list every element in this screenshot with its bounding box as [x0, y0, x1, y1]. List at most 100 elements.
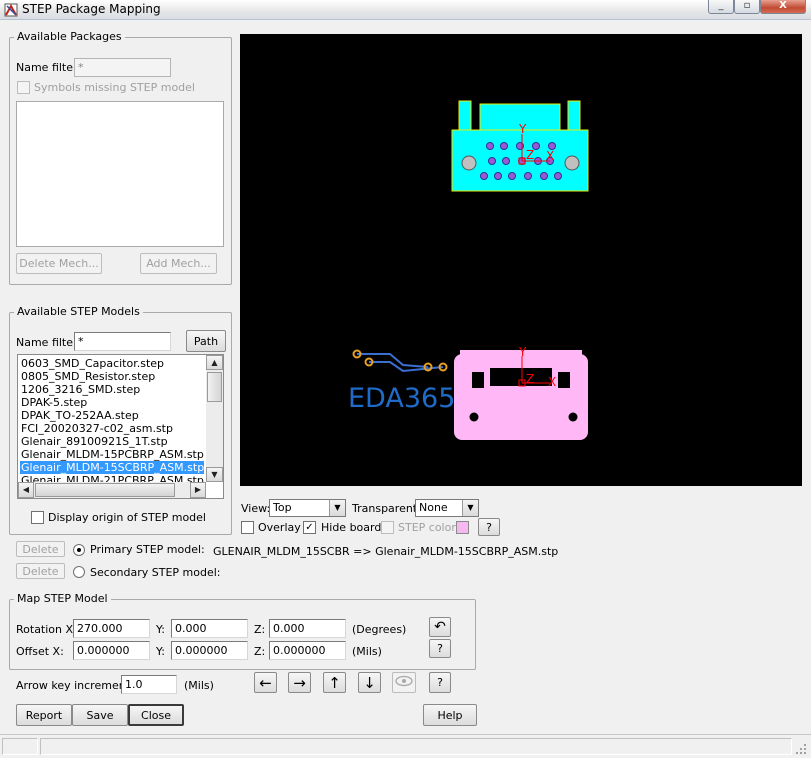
step-model-item[interactable]: 0805_SMD_Resistor.step: [20, 370, 204, 383]
offset-z-label: Z:: [254, 645, 266, 658]
step-model-item[interactable]: Glenair_MLDM-15PCBRP_ASM.stp: [20, 448, 204, 461]
arrow-help-button[interactable]: ?: [429, 672, 451, 693]
status-panel-2: [40, 738, 792, 755]
view-help-button[interactable]: ?: [478, 518, 500, 536]
maximize-button[interactable]: ▫: [734, 0, 760, 14]
view-select[interactable]: Top ▼: [269, 499, 346, 517]
report-button[interactable]: Report: [16, 704, 72, 726]
offset-y-input[interactable]: [171, 641, 248, 660]
offset-y-label: Y:: [156, 645, 165, 658]
overlay-label: Overlay: [258, 521, 301, 534]
step-color-swatch[interactable]: [456, 521, 469, 534]
3d-preview-viewport[interactable]: Y Z X Y Z X EDA365: [240, 34, 802, 486]
reset-rotation-icon[interactable]: ↶: [429, 617, 451, 637]
step-mapping-text: GLENAIR_MLDM_15SCBR => Glenair_MLDM-15SC…: [213, 545, 559, 558]
arrow-right-icon[interactable]: →: [288, 672, 311, 693]
display-origin-checkbox[interactable]: [31, 511, 44, 524]
title-bar[interactable]: STEP Package Mapping _ ▫ X: [0, 0, 811, 20]
top-axis-y-label: Y: [518, 122, 527, 136]
step-model-item[interactable]: DPAK_TO-252AA.step: [20, 409, 204, 422]
arrow-increment-label: Arrow key increment:: [16, 679, 134, 692]
step-models-list[interactable]: 0603_SMD_Capacitor.step 0805_SMD_Resistor…: [17, 354, 224, 499]
rotation-x-input[interactable]: [73, 619, 150, 638]
mils-unit-label: (Mils): [352, 645, 382, 658]
step-list-hscrollbar[interactable]: ◀ ▶: [18, 482, 206, 498]
add-mech-button[interactable]: Add Mech...: [140, 253, 217, 274]
step-model-item[interactable]: 0603_SMD_Capacitor.step: [20, 357, 204, 370]
packages-list[interactable]: [16, 101, 224, 247]
available-step-models-legend: Available STEP Models: [14, 305, 143, 318]
display-origin-label: Display origin of STEP model: [48, 511, 206, 524]
help-button[interactable]: Help: [423, 704, 477, 726]
status-bar: [0, 734, 811, 758]
close-button[interactable]: Close: [128, 704, 184, 726]
top-axis-x-label: X: [546, 149, 554, 163]
arrow-down-icon[interactable]: ↓: [358, 672, 381, 693]
rotation-x-label: Rotation X:: [16, 623, 77, 636]
package-name-filter-label: Name filter:: [16, 61, 82, 74]
hide-board-checkbox[interactable]: ✓: [303, 521, 316, 534]
offset-x-input[interactable]: [73, 641, 150, 660]
step-color-checkbox[interactable]: [381, 521, 394, 534]
scroll-left-arrow-icon[interactable]: ◀: [18, 482, 34, 498]
symbols-missing-checkbox[interactable]: [17, 81, 30, 94]
transparent-dropdown-arrow-icon[interactable]: ▼: [462, 500, 478, 516]
secondary-step-model-radio[interactable]: [73, 566, 85, 578]
arrow-increment-input[interactable]: [121, 675, 177, 694]
delete-mech-button[interactable]: Delete Mech...: [16, 253, 102, 274]
view-dropdown-arrow-icon[interactable]: ▼: [329, 500, 345, 516]
app-icon: [4, 3, 18, 17]
delete-primary-button[interactable]: Delete: [16, 541, 65, 557]
arrow-left-icon[interactable]: ←: [254, 672, 277, 693]
bottom-axis-z-label: Z: [526, 372, 534, 386]
bottom-axis-x-label: X: [548, 375, 556, 389]
transparent-select-value: None: [419, 501, 448, 514]
rotation-y-input[interactable]: [171, 619, 248, 638]
offset-x-label: Offset X:: [16, 645, 64, 658]
transparent-select[interactable]: None ▼: [415, 499, 479, 517]
close-window-button[interactable]: X: [760, 0, 806, 14]
rotation-z-input[interactable]: [269, 619, 346, 638]
hide-board-label: Hide board: [321, 521, 382, 534]
resize-grip-icon[interactable]: [795, 743, 807, 755]
degrees-unit-label: (Degrees): [352, 623, 407, 636]
symbols-missing-label: Symbols missing STEP model: [34, 81, 195, 94]
eye-icon: [395, 675, 413, 687]
scroll-right-arrow-icon[interactable]: ▶: [190, 482, 206, 498]
step-model-item[interactable]: FCI_20020327-c02_asm.stp: [20, 422, 204, 435]
minimize-button[interactable]: _: [708, 0, 734, 14]
eye-view-icon[interactable]: [392, 672, 416, 693]
eda365-watermark-logo: EDA365: [348, 349, 455, 414]
status-panel-1: [2, 738, 38, 755]
package-name-filter-input[interactable]: [74, 58, 171, 77]
watermark-text: EDA365: [348, 383, 455, 414]
delete-secondary-button[interactable]: Delete: [16, 563, 65, 579]
map-step-model-legend: Map STEP Model: [14, 592, 111, 605]
rotation-z-label: Z:: [254, 623, 266, 636]
arrow-up-icon[interactable]: ↑: [323, 672, 346, 693]
step-name-filter-label: Name filter:: [16, 336, 82, 349]
view-label: View:: [241, 502, 271, 515]
scroll-down-arrow-icon[interactable]: ▼: [206, 467, 223, 482]
step-model-item[interactable]: DPAK-5.step: [20, 396, 204, 409]
vscroll-thumb[interactable]: [207, 372, 222, 402]
scroll-up-arrow-icon[interactable]: ▲: [206, 355, 223, 370]
secondary-step-model-label: Secondary STEP model:: [90, 566, 221, 579]
rotation-y-label: Y:: [156, 623, 165, 636]
overlay-checkbox[interactable]: [241, 521, 254, 534]
save-button[interactable]: Save: [72, 704, 128, 726]
step-model-item[interactable]: Glenair_MLDM-15SCBRP_ASM.stp: [20, 461, 204, 474]
available-packages-legend: Available Packages: [14, 30, 125, 43]
path-button[interactable]: Path: [186, 330, 226, 352]
step-list-vscrollbar[interactable]: ▲ ▼: [206, 355, 223, 482]
map-help-button[interactable]: ?: [429, 639, 451, 658]
step-model-item[interactable]: 1206_3216_SMD.step: [20, 383, 204, 396]
primary-step-model-radio[interactable]: [73, 544, 85, 556]
step-model-item[interactable]: Glenair_89100921S_1T.stp: [20, 435, 204, 448]
step-model-bottom-view: [454, 350, 588, 440]
step-name-filter-input[interactable]: [74, 332, 171, 351]
preview-canvas[interactable]: Y Z X Y Z X EDA365: [240, 34, 802, 486]
hscroll-thumb[interactable]: [35, 483, 175, 497]
offset-z-input[interactable]: [269, 641, 346, 660]
bottom-axis-y-label: Y: [518, 345, 527, 359]
